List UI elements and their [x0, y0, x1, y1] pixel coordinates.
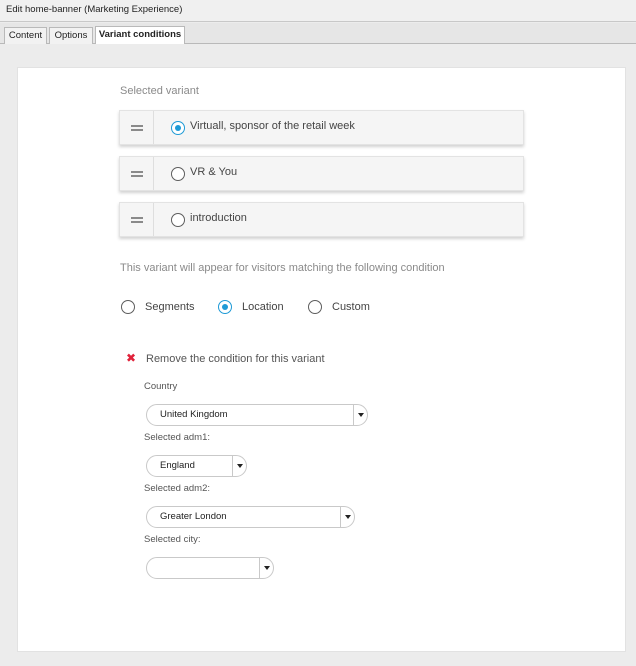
variant-row[interactable]: introduction [119, 202, 524, 237]
country-select-value: United Kingdom [160, 409, 228, 420]
segments-label[interactable]: Segments [145, 301, 195, 313]
variant-radio[interactable] [171, 213, 185, 227]
drag-handle-icon[interactable] [120, 111, 154, 144]
condition-description: This variant will appear for visitors ma… [120, 262, 445, 274]
close-icon[interactable]: ✖ [126, 352, 136, 364]
country-label: Country [144, 381, 178, 392]
adm1-label: Selected adm1: [144, 432, 211, 443]
adm2-select[interactable]: Greater London [146, 506, 355, 528]
location-label[interactable]: Location [242, 301, 284, 313]
tab-content[interactable]: Content [4, 27, 47, 44]
drag-handle-icon[interactable] [120, 157, 154, 190]
adm2-select-value: Greater London [160, 511, 227, 522]
variant-label: introduction [190, 212, 247, 224]
tab-variant-conditions[interactable]: Variant conditions [95, 26, 185, 44]
city-label: Selected city: [144, 534, 201, 545]
chevron-down-icon[interactable] [353, 405, 367, 425]
custom-radio[interactable] [308, 300, 322, 314]
adm1-select-value: England [160, 460, 195, 471]
variant-radio[interactable] [171, 121, 185, 135]
adm1-select[interactable]: England [146, 455, 247, 477]
variant-radio[interactable] [171, 167, 185, 181]
tab-bar: Content Options Variant conditions [0, 23, 636, 44]
variant-label: Virtuall, sponsor of the retail week [190, 120, 355, 132]
adm2-label: Selected adm2: [144, 483, 211, 494]
variant-label: VR & You [190, 166, 238, 178]
tab-options[interactable]: Options [49, 27, 93, 44]
variant-row[interactable]: Virtuall, sponsor of the retail week [119, 110, 524, 145]
window-title: Edit home-banner (Marketing Experience) [0, 0, 636, 22]
segments-radio[interactable] [121, 300, 135, 314]
custom-label[interactable]: Custom [332, 301, 370, 313]
selected-variant-label: Selected variant [120, 85, 199, 97]
city-select[interactable] [146, 557, 274, 579]
chevron-down-icon[interactable] [259, 558, 273, 578]
drag-handle-icon[interactable] [120, 203, 154, 236]
country-select[interactable]: United Kingdom [146, 404, 368, 426]
remove-condition-link[interactable]: Remove the condition for this variant [146, 353, 325, 365]
variant-row[interactable]: VR & You [119, 156, 524, 191]
location-radio[interactable] [218, 300, 232, 314]
chevron-down-icon[interactable] [232, 456, 246, 476]
chevron-down-icon[interactable] [340, 507, 354, 527]
